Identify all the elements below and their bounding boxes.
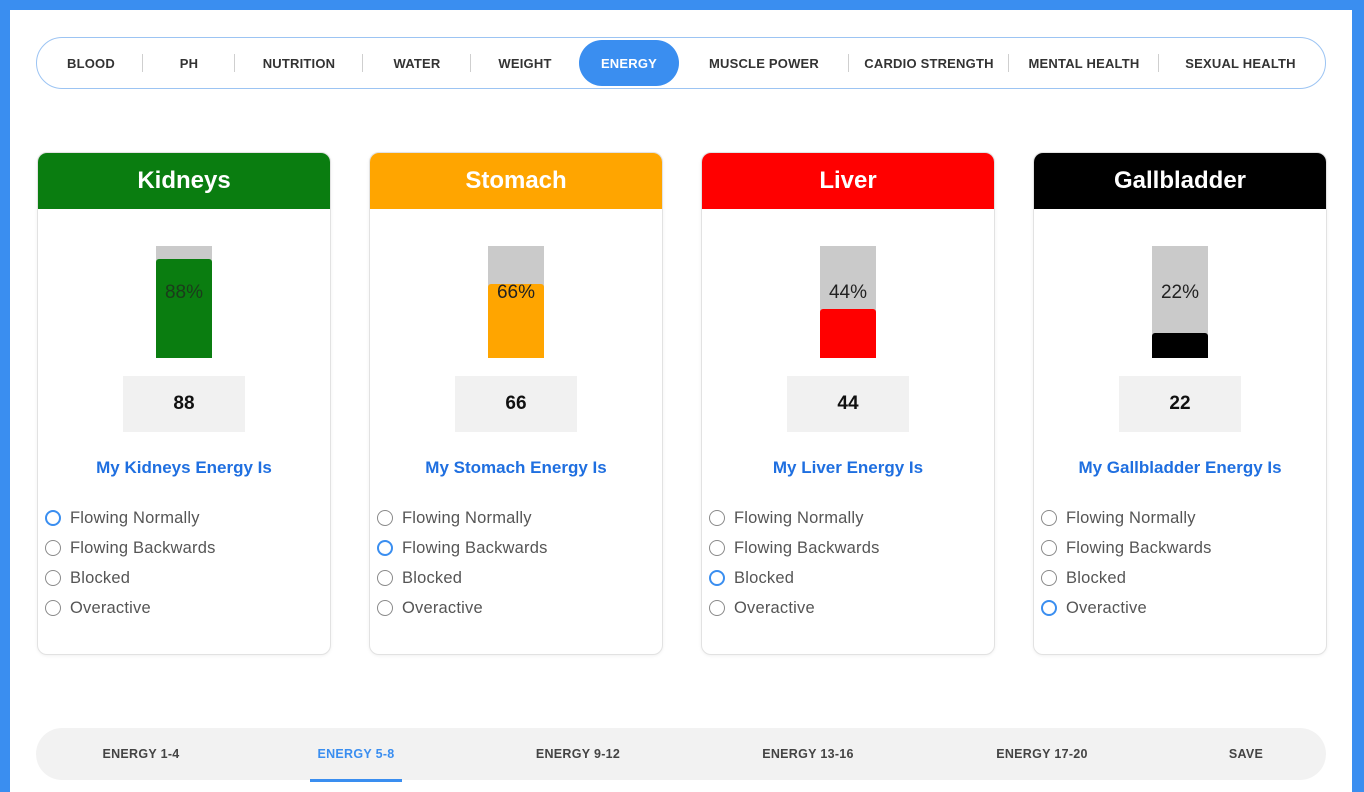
option-label: Blocked bbox=[1066, 568, 1127, 587]
option-overactive[interactable]: Overactive bbox=[377, 593, 548, 623]
organ-card-kidneys: Kidneys 88% 88 My Kidneys Energy Is Flow… bbox=[37, 152, 331, 655]
tab-ph[interactable]: PH bbox=[143, 40, 235, 86]
radio-icon[interactable] bbox=[377, 540, 393, 556]
organ-card-liver: Liver 44% 44 My Liver Energy Is Flowing … bbox=[701, 152, 995, 655]
gauge-fill bbox=[820, 308, 876, 358]
energy-question: My Gallbladder Energy Is bbox=[1078, 458, 1282, 477]
gauge-fill bbox=[156, 259, 212, 358]
radio-icon[interactable] bbox=[45, 600, 61, 616]
energy-value-input[interactable]: 44 bbox=[787, 376, 909, 432]
energy-gauge: 66% bbox=[488, 246, 544, 358]
option-label: Flowing Backwards bbox=[734, 538, 880, 557]
option-blocked[interactable]: Blocked bbox=[377, 563, 548, 593]
save-button[interactable]: SAVE bbox=[1216, 728, 1276, 780]
option-label: Flowing Backwards bbox=[402, 538, 548, 557]
option-blocked[interactable]: Blocked bbox=[709, 563, 880, 593]
radio-icon[interactable] bbox=[709, 600, 725, 616]
card-title: Stomach bbox=[370, 153, 662, 209]
energy-options: Flowing Normally Flowing Backwards Block… bbox=[1041, 503, 1212, 623]
card-title: Liver bbox=[702, 153, 994, 209]
option-flowing-backwards[interactable]: Flowing Backwards bbox=[1041, 533, 1212, 563]
radio-icon[interactable] bbox=[377, 510, 393, 526]
option-blocked[interactable]: Blocked bbox=[1041, 563, 1212, 593]
option-flowing-normally[interactable]: Flowing Normally bbox=[709, 503, 880, 533]
option-overactive[interactable]: Overactive bbox=[709, 593, 880, 623]
radio-icon[interactable] bbox=[45, 570, 61, 586]
option-label: Flowing Normally bbox=[734, 508, 864, 527]
option-label: Flowing Backwards bbox=[1066, 538, 1212, 557]
energy-value-input[interactable]: 66 bbox=[455, 376, 577, 432]
energy-options: Flowing Normally Flowing Backwards Block… bbox=[377, 503, 548, 623]
option-flowing-backwards[interactable]: Flowing Backwards bbox=[377, 533, 548, 563]
nav-energy-5-8[interactable]: ENERGY 5-8 bbox=[310, 728, 402, 782]
option-label: Overactive bbox=[70, 598, 151, 617]
category-tab-bar: BLOOD PH NUTRITION WATER WEIGHT ENERGY M… bbox=[36, 37, 1326, 89]
energy-value-input[interactable]: 88 bbox=[123, 376, 245, 432]
energy-gauge: 22% bbox=[1152, 246, 1208, 358]
gauge-percent-label: 88% bbox=[164, 282, 204, 303]
option-flowing-normally[interactable]: Flowing Normally bbox=[377, 503, 548, 533]
energy-page-nav: ENERGY 1-4 ENERGY 5-8 ENERGY 9-12 ENERGY… bbox=[36, 728, 1326, 782]
energy-gauge: 44% bbox=[820, 246, 876, 358]
energy-options: Flowing Normally Flowing Backwards Block… bbox=[709, 503, 880, 623]
option-flowing-normally[interactable]: Flowing Normally bbox=[45, 503, 216, 533]
option-flowing-backwards[interactable]: Flowing Backwards bbox=[709, 533, 880, 563]
option-label: Overactive bbox=[1066, 598, 1147, 617]
card-title: Gallbladder bbox=[1034, 153, 1326, 209]
option-overactive[interactable]: Overactive bbox=[45, 593, 216, 623]
organ-card-gallbladder: Gallbladder 22% 22 My Gallbladder Energy… bbox=[1033, 152, 1327, 655]
tab-mental-health[interactable]: MENTAL HEALTH bbox=[1009, 40, 1159, 86]
option-flowing-normally[interactable]: Flowing Normally bbox=[1041, 503, 1212, 533]
option-label: Overactive bbox=[734, 598, 815, 617]
option-label: Flowing Normally bbox=[402, 508, 532, 527]
organ-card-stomach: Stomach 66% 66 My Stomach Energy Is Flow… bbox=[369, 152, 663, 655]
option-blocked[interactable]: Blocked bbox=[45, 563, 216, 593]
option-label: Blocked bbox=[402, 568, 463, 587]
option-label: Flowing Normally bbox=[70, 508, 200, 527]
option-label: Flowing Backwards bbox=[70, 538, 216, 557]
radio-icon[interactable] bbox=[709, 510, 725, 526]
tab-energy[interactable]: ENERGY bbox=[579, 40, 679, 86]
energy-gauge: 88% bbox=[156, 246, 212, 358]
energy-question: My Stomach Energy Is bbox=[425, 458, 607, 477]
nav-energy-13-16[interactable]: ENERGY 13-16 bbox=[748, 728, 868, 780]
radio-icon[interactable] bbox=[45, 540, 61, 556]
gauge-percent-label: 66% bbox=[496, 282, 536, 303]
gauge-percent-label: 44% bbox=[828, 282, 868, 303]
app-frame: BLOOD PH NUTRITION WATER WEIGHT ENERGY M… bbox=[10, 10, 1352, 792]
option-label: Flowing Normally bbox=[1066, 508, 1196, 527]
energy-value-input[interactable]: 22 bbox=[1119, 376, 1241, 432]
energy-options: Flowing Normally Flowing Backwards Block… bbox=[45, 503, 216, 623]
radio-icon[interactable] bbox=[1041, 540, 1057, 556]
option-label: Blocked bbox=[70, 568, 131, 587]
radio-icon[interactable] bbox=[377, 600, 393, 616]
gauge-fill bbox=[1152, 333, 1208, 358]
energy-question: My Liver Energy Is bbox=[772, 458, 924, 477]
radio-icon[interactable] bbox=[377, 570, 393, 586]
radio-icon[interactable] bbox=[1041, 510, 1057, 526]
energy-question: My Kidneys Energy Is bbox=[96, 458, 272, 477]
tab-nutrition[interactable]: NUTRITION bbox=[235, 40, 363, 86]
nav-energy-17-20[interactable]: ENERGY 17-20 bbox=[982, 728, 1102, 780]
tab-water[interactable]: WATER bbox=[363, 40, 471, 86]
option-label: Overactive bbox=[402, 598, 483, 617]
option-flowing-backwards[interactable]: Flowing Backwards bbox=[45, 533, 216, 563]
option-label: Blocked bbox=[734, 568, 795, 587]
radio-icon[interactable] bbox=[709, 570, 725, 586]
radio-icon[interactable] bbox=[1041, 600, 1057, 616]
gauge-percent-label: 22% bbox=[1160, 282, 1200, 303]
nav-energy-1-4[interactable]: ENERGY 1-4 bbox=[86, 728, 196, 780]
tab-muscle-power[interactable]: MUSCLE POWER bbox=[679, 40, 849, 86]
radio-icon[interactable] bbox=[45, 510, 61, 526]
tab-cardio-strength[interactable]: CARDIO STRENGTH bbox=[849, 40, 1009, 86]
nav-energy-9-12[interactable]: ENERGY 9-12 bbox=[524, 728, 632, 780]
radio-icon[interactable] bbox=[709, 540, 725, 556]
tab-sexual-health[interactable]: SEXUAL HEALTH bbox=[1159, 40, 1322, 86]
radio-icon[interactable] bbox=[1041, 570, 1057, 586]
tab-weight[interactable]: WEIGHT bbox=[471, 40, 579, 86]
card-title: Kidneys bbox=[38, 153, 330, 209]
option-overactive[interactable]: Overactive bbox=[1041, 593, 1212, 623]
tab-blood[interactable]: BLOOD bbox=[39, 40, 143, 86]
